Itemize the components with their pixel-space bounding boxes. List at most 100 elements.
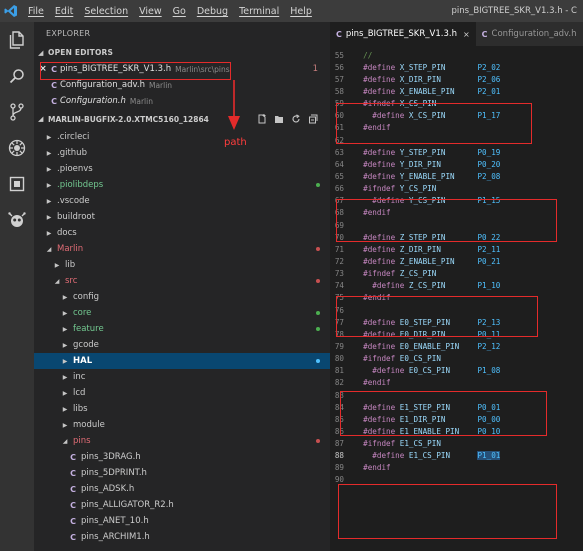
open-editor-filename: Configuration_adv.h — [60, 80, 145, 90]
line-number: 64 — [334, 159, 344, 169]
line-number: 65 — [334, 171, 344, 181]
new-folder-icon[interactable] — [274, 114, 284, 124]
code-directive: #endif — [363, 378, 391, 388]
search-icon[interactable] — [0, 58, 34, 94]
new-file-icon[interactable] — [257, 114, 267, 124]
open-editors-header[interactable]: ◢ OPEN EDITORS — [34, 44, 330, 61]
tree-folder-item[interactable]: ▶ lcd — [34, 385, 330, 401]
tree-item-label: gcode — [73, 340, 99, 350]
tree-folder-item[interactable]: ◢ Marlin — [34, 241, 330, 257]
explorer-sidebar: EXPLORER ◢ OPEN EDITORS × Cpins_BIGTREE_S… — [34, 22, 330, 551]
tab-label: pins_BIGTREE_SKR_V1.3.h — [345, 29, 457, 39]
chevron-down-icon: ◢ — [38, 115, 44, 123]
annotation-box-x-cs — [336, 103, 532, 144]
menu-item-go[interactable]: Go — [173, 6, 186, 17]
tree-folder-item[interactable]: ▶ inc — [34, 369, 330, 385]
tree-folder-item[interactable]: ▶ .circleci — [34, 129, 330, 145]
git-status-dot — [316, 359, 320, 363]
editor-pane: Cpins_BIGTREE_SKR_V1.3.h × C Configuration_… — [330, 22, 583, 551]
tree-folder-item[interactable]: ▶ module — [34, 417, 330, 433]
code-macro: Z_CS_PIN — [399, 269, 437, 279]
tree-file-item[interactable]: Cpins_ANET_10.h — [34, 513, 330, 529]
tree-folder-item[interactable]: ◢ src — [34, 273, 330, 289]
menu-item-file[interactable]: File — [28, 6, 44, 17]
tree-file-item[interactable]: Cpins_ARCHIM1.h — [34, 529, 330, 545]
tree-folder-item[interactable]: ▶ .piolibdeps — [34, 177, 330, 193]
editor-tabs: Cpins_BIGTREE_SKR_V1.3.h × C Configuration_… — [330, 22, 583, 46]
code-directive: #ifndef — [363, 184, 396, 194]
refresh-icon[interactable] — [291, 114, 301, 124]
tree-item-label: buildroot — [57, 212, 95, 222]
tree-folder-item[interactable]: ▶ HAL — [34, 353, 330, 369]
problem-count-badge: 1 — [312, 64, 318, 74]
code-line: 74 #define Z_CS_PIN P1_10 — [330, 280, 583, 292]
line-number: 55 — [334, 50, 344, 60]
tree-folder-item[interactable]: ▶ config — [34, 289, 330, 305]
tree-folder-item[interactable]: ◢ pins — [34, 433, 330, 449]
line-number: 56 — [334, 62, 344, 72]
line-number: 87 — [334, 439, 344, 449]
code-line: 79 #define E0_ENABLE_PIN P2_12 — [330, 340, 583, 352]
tree-folder-item[interactable]: ▶ gcode — [34, 337, 330, 353]
annotation-box-e0-cs — [340, 391, 547, 436]
tree-folder-item[interactable]: ▶ feature — [34, 321, 330, 337]
code-directive: #define — [372, 366, 405, 376]
tree-file-item[interactable]: Cpins_ALLIGATOR_R2.h — [34, 497, 330, 513]
alien-icon[interactable] — [0, 202, 34, 238]
tree-item-label: inc — [73, 372, 86, 382]
menu-item-help[interactable]: Help — [290, 6, 312, 17]
code-macro: X_ENABLE_PIN — [399, 86, 455, 96]
code-value: P0_19 — [477, 147, 501, 157]
menu-item-terminal[interactable]: Terminal — [239, 6, 279, 17]
tree-folder-item[interactable]: ▶ .pioenvs — [34, 161, 330, 177]
tree-item-label: pins_ANET_10.h — [81, 516, 149, 526]
line-number: 79 — [334, 341, 344, 351]
tree-file-item[interactable]: Cpins_ADSK.h — [34, 481, 330, 497]
extensions-icon[interactable] — [0, 166, 34, 202]
collapse-all-icon[interactable] — [308, 114, 318, 124]
c-file-icon: C — [70, 452, 76, 462]
tree-folder-item[interactable]: ▶ core — [34, 305, 330, 321]
open-editor-item[interactable]: C Configuration.h Marlin — [34, 93, 330, 109]
tree-folder-item[interactable]: ▶ docs — [34, 225, 330, 241]
tree-folder-item[interactable]: ▶ .github — [34, 145, 330, 161]
tree-file-item[interactable]: Cpins_5DPRINT.h — [34, 465, 330, 481]
explorer-title: EXPLORER — [46, 28, 91, 38]
tree-folder-item[interactable]: ▶ buildroot — [34, 209, 330, 225]
code-value: P2_06 — [477, 74, 501, 84]
editor-tab[interactable]: C Configuration_adv.h — [475, 22, 583, 46]
menu-item-selection[interactable]: Selection — [84, 6, 128, 17]
line-number: 89 — [334, 463, 344, 473]
code-directive: #define — [363, 147, 396, 157]
debug-icon[interactable] — [0, 130, 34, 166]
git-status-dot — [316, 327, 320, 331]
tree-item-label: lcd — [73, 388, 86, 398]
c-file-icon: C — [70, 532, 76, 542]
menu-item-view[interactable]: View — [139, 6, 162, 17]
close-icon[interactable]: × — [463, 30, 470, 39]
code-line: 81 #define E0_CS_PIN P1_08 — [330, 365, 583, 377]
code-directive: #ifndef — [363, 354, 396, 364]
tree-folder-item[interactable]: ▶ lib — [34, 257, 330, 273]
code-directive: #define — [363, 171, 396, 181]
code-directive: #define — [363, 256, 396, 266]
tree-file-item[interactable]: Cpins_3DRAG.h — [34, 449, 330, 465]
tree-folder-item[interactable]: ▶ .vscode — [34, 193, 330, 209]
tree-item-label: lib — [65, 260, 76, 270]
line-number: 72 — [334, 256, 344, 266]
code-line: 56 #define X_STEP_PIN P2_02 — [330, 61, 583, 73]
c-file-icon: C — [481, 29, 488, 39]
files-icon[interactable] — [0, 22, 34, 58]
folder-header[interactable]: ◢ MARLIN-BUGFIX-2.0.XTMC5160_12864 — [34, 109, 330, 129]
annotation-box-z-cs — [336, 296, 538, 337]
menu-item-debug[interactable]: Debug — [197, 6, 228, 17]
tree-folder-item[interactable]: ▶ libs — [34, 401, 330, 417]
code-macro: Z_CS_PIN — [408, 281, 446, 291]
editor-tab[interactable]: Cpins_BIGTREE_SKR_V1.3.h × — [330, 22, 476, 46]
source-control-icon[interactable] — [0, 94, 34, 130]
code-value: P2_02 — [477, 62, 501, 72]
code-directive: #define — [363, 244, 396, 254]
tree-item-label: feature — [73, 324, 104, 334]
menu-item-edit[interactable]: Edit — [55, 6, 73, 17]
chevron-right-icon: ▶ — [46, 197, 52, 205]
